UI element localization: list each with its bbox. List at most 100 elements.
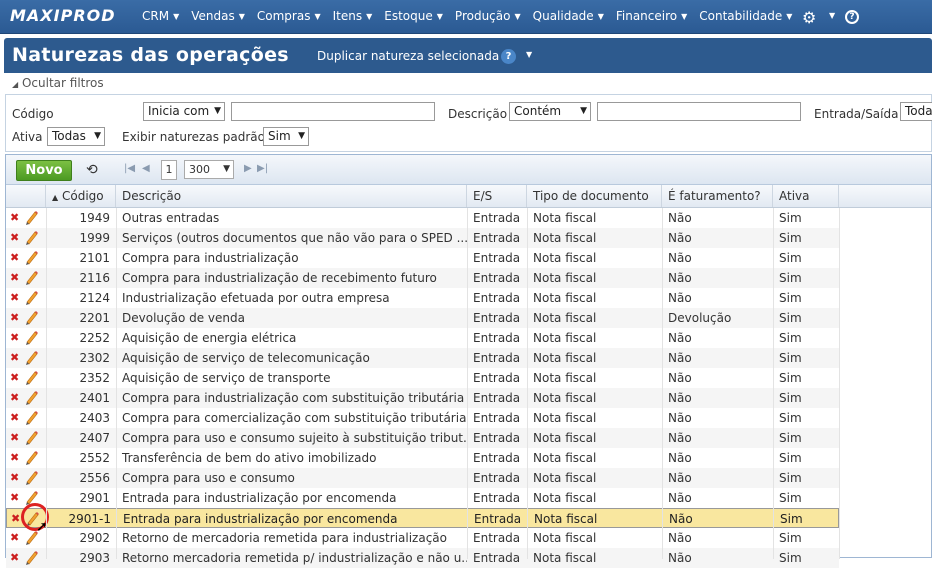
edit-pencil-icon[interactable] xyxy=(24,449,38,465)
cell-es: Entrada xyxy=(473,391,521,405)
column-header-es[interactable]: E/S xyxy=(467,185,527,207)
edit-pencil-icon[interactable] xyxy=(24,549,38,565)
table-row[interactable]: ✖ 2901 Entrada para industrialização por e… xyxy=(6,488,839,508)
table-row[interactable]: ✖ 1999 Serviços (outros documentos que não… xyxy=(6,228,839,248)
edit-pencil-icon[interactable] xyxy=(24,469,38,485)
cell-descricao: Devolução de venda xyxy=(122,311,245,325)
help-icon[interactable]: ? xyxy=(845,10,859,24)
table-row[interactable]: ✖ 2903 Retorno mercadoria remetida p/ indu… xyxy=(6,548,839,568)
grid-toolbar: Novo ⟲ |◀ ◀ 1 300 ▼ ▶ ▶| xyxy=(6,155,931,185)
cell-tipo-documento: Nota fiscal xyxy=(533,211,597,225)
help-icon[interactable]: ? xyxy=(501,49,516,64)
column-header-descricao[interactable]: Descrição xyxy=(116,185,467,207)
delete-icon[interactable]: ✖ xyxy=(10,428,19,448)
ativa-select[interactable]: Todas ▼ xyxy=(47,127,105,146)
menu-item-1[interactable]: Vendas ▼ xyxy=(191,9,245,23)
duplicate-nature-button[interactable]: Duplicar natureza selecionada xyxy=(317,49,499,63)
delete-icon[interactable]: ✖ xyxy=(10,228,19,248)
menu-item-2[interactable]: Compras ▼ xyxy=(257,9,321,23)
menu-item-3[interactable]: Itens ▼ xyxy=(333,9,373,23)
edit-pencil-icon[interactable] xyxy=(24,269,38,285)
table-row[interactable]: ✖ 2302 Aquisição de serviço de telecomunic… xyxy=(6,348,839,368)
table-row[interactable]: ✖ 2124 Industrialização efetuada por outra… xyxy=(6,288,839,308)
delete-icon[interactable]: ✖ xyxy=(10,448,19,468)
chevron-down-icon[interactable]: ▼ xyxy=(526,50,532,59)
table-row[interactable]: ✖ 2403 Compra para comercialização com sub… xyxy=(6,408,839,428)
page-number-input[interactable]: 1 xyxy=(161,160,177,180)
table-row[interactable]: ✖ 1949 Outras entradas Entrada Nota fiscal Nã… xyxy=(6,208,839,228)
table-row[interactable]: ✖ 2556 Compra para uso e consumo Entrada Not… xyxy=(6,468,839,488)
edit-pencil-icon[interactable] xyxy=(24,209,38,225)
previous-page-icon[interactable]: ◀ xyxy=(142,163,150,174)
cell-ativa: Sim xyxy=(779,491,802,505)
delete-icon[interactable]: ✖ xyxy=(10,528,19,548)
delete-icon[interactable]: ✖ xyxy=(10,208,19,228)
codigo-input[interactable] xyxy=(231,102,435,121)
delete-icon[interactable]: ✖ xyxy=(10,368,19,388)
table-row[interactable]: ✖ 2101 Compra para industrialização Entrada… xyxy=(6,248,839,268)
hide-filters-toggle[interactable]: ◢ Ocultar filtros xyxy=(12,76,104,90)
edit-pencil-icon[interactable] xyxy=(24,389,38,405)
edit-pencil-icon[interactable] xyxy=(24,289,38,305)
column-header-ativa[interactable]: Ativa xyxy=(773,185,839,207)
delete-icon[interactable]: ✖ xyxy=(10,388,19,408)
table-row[interactable]: ✖ 2352 Aquisição de serviço de transporte E… xyxy=(6,368,839,388)
edit-pencil-icon[interactable] xyxy=(24,309,38,325)
edit-pencil-icon[interactable] xyxy=(24,369,38,385)
descricao-input[interactable] xyxy=(597,102,801,121)
edit-pencil-icon[interactable] xyxy=(24,429,38,445)
page-size-select[interactable]: 300 ▼ xyxy=(184,160,234,179)
table-row[interactable]: ✖ 2252 Aquisição de energia elétrica Entrad… xyxy=(6,328,839,348)
delete-icon[interactable]: ✖ xyxy=(10,548,19,568)
gear-icon[interactable]: ⚙ xyxy=(802,8,816,27)
cell-tipo-documento: Nota fiscal xyxy=(533,451,597,465)
edit-pencil-icon[interactable] xyxy=(24,349,38,365)
edit-pencil-icon[interactable] xyxy=(24,409,38,425)
table-row[interactable]: ✖ 2116 Compra para industrialização de rec… xyxy=(6,268,839,288)
table-row[interactable]: ✖ 2401 Compra para industrialização com su… xyxy=(6,388,839,408)
delete-icon[interactable]: ✖ xyxy=(10,308,19,328)
menu-item-8[interactable]: Contabilidade ▼ xyxy=(699,9,792,23)
last-page-icon[interactable]: ▶| xyxy=(257,163,268,174)
menu-item-5[interactable]: Produção ▼ xyxy=(455,9,521,23)
delete-icon[interactable]: ✖ xyxy=(10,468,19,488)
table-row[interactable]: ✖ 2552 Transferência de bem do ativo imobi… xyxy=(6,448,839,468)
entrada-saida-select[interactable]: Toda xyxy=(900,102,932,121)
delete-icon[interactable]: ✖ xyxy=(10,408,19,428)
app-logo[interactable]: MAXIPROD xyxy=(10,6,116,25)
cell-ativa: Sim xyxy=(779,471,802,485)
menu-item-4[interactable]: Estoque ▼ xyxy=(384,9,443,23)
chevron-down-icon: ▼ xyxy=(597,11,604,21)
page-size-value: 300 xyxy=(189,163,210,176)
new-button[interactable]: Novo xyxy=(16,160,72,181)
delete-icon[interactable]: ✖ xyxy=(10,488,19,508)
descricao-mode-select[interactable]: Contém ▼ xyxy=(509,102,591,121)
cell-codigo: 2407 xyxy=(79,431,110,445)
delete-icon[interactable]: ✖ xyxy=(10,328,19,348)
table-row[interactable]: ✖ 2902 Retorno de mercadoria remetida para… xyxy=(6,528,839,548)
refresh-icon[interactable]: ⟲ xyxy=(86,162,98,178)
menu-item-6[interactable]: Qualidade ▼ xyxy=(533,9,604,23)
delete-icon[interactable]: ✖ xyxy=(10,288,19,308)
column-header-faturamento[interactable]: É faturamento? xyxy=(662,185,773,207)
table-row[interactable]: ✖ 2407 Compra para uso e consumo sujeito à… xyxy=(6,428,839,448)
table-row[interactable]: ✖ 2201 Devolução de venda Entrada Nota fisca… xyxy=(6,308,839,328)
codigo-mode-select[interactable]: Inicia com ▼ xyxy=(143,102,225,121)
delete-icon[interactable]: ✖ xyxy=(10,248,19,268)
menu-item-7[interactable]: Financeiro ▼ xyxy=(616,9,687,23)
delete-icon[interactable]: ✖ xyxy=(10,268,19,288)
exibir-padrao-select[interactable]: Sim ▼ xyxy=(263,127,309,146)
delete-icon[interactable]: ✖ xyxy=(11,509,20,529)
next-page-icon[interactable]: ▶ xyxy=(244,163,252,174)
column-header-codigo[interactable]: ▲ Código xyxy=(46,185,116,207)
edit-pencil-icon[interactable] xyxy=(24,529,38,545)
table-row[interactable]: ✖ ➚ 2901-1 Entrada para industrialização po… xyxy=(6,503,839,535)
edit-pencil-icon[interactable] xyxy=(24,249,38,265)
edit-pencil-icon[interactable] xyxy=(24,229,38,245)
first-page-icon[interactable]: |◀ xyxy=(124,163,135,174)
edit-pencil-icon[interactable] xyxy=(24,329,38,345)
delete-icon[interactable]: ✖ xyxy=(10,348,19,368)
column-header-tipo-documento[interactable]: Tipo de documento xyxy=(527,185,662,207)
menu-item-0[interactable]: CRM ▼ xyxy=(142,9,179,23)
gear-chevron-down-icon[interactable]: ▼ xyxy=(829,11,835,20)
